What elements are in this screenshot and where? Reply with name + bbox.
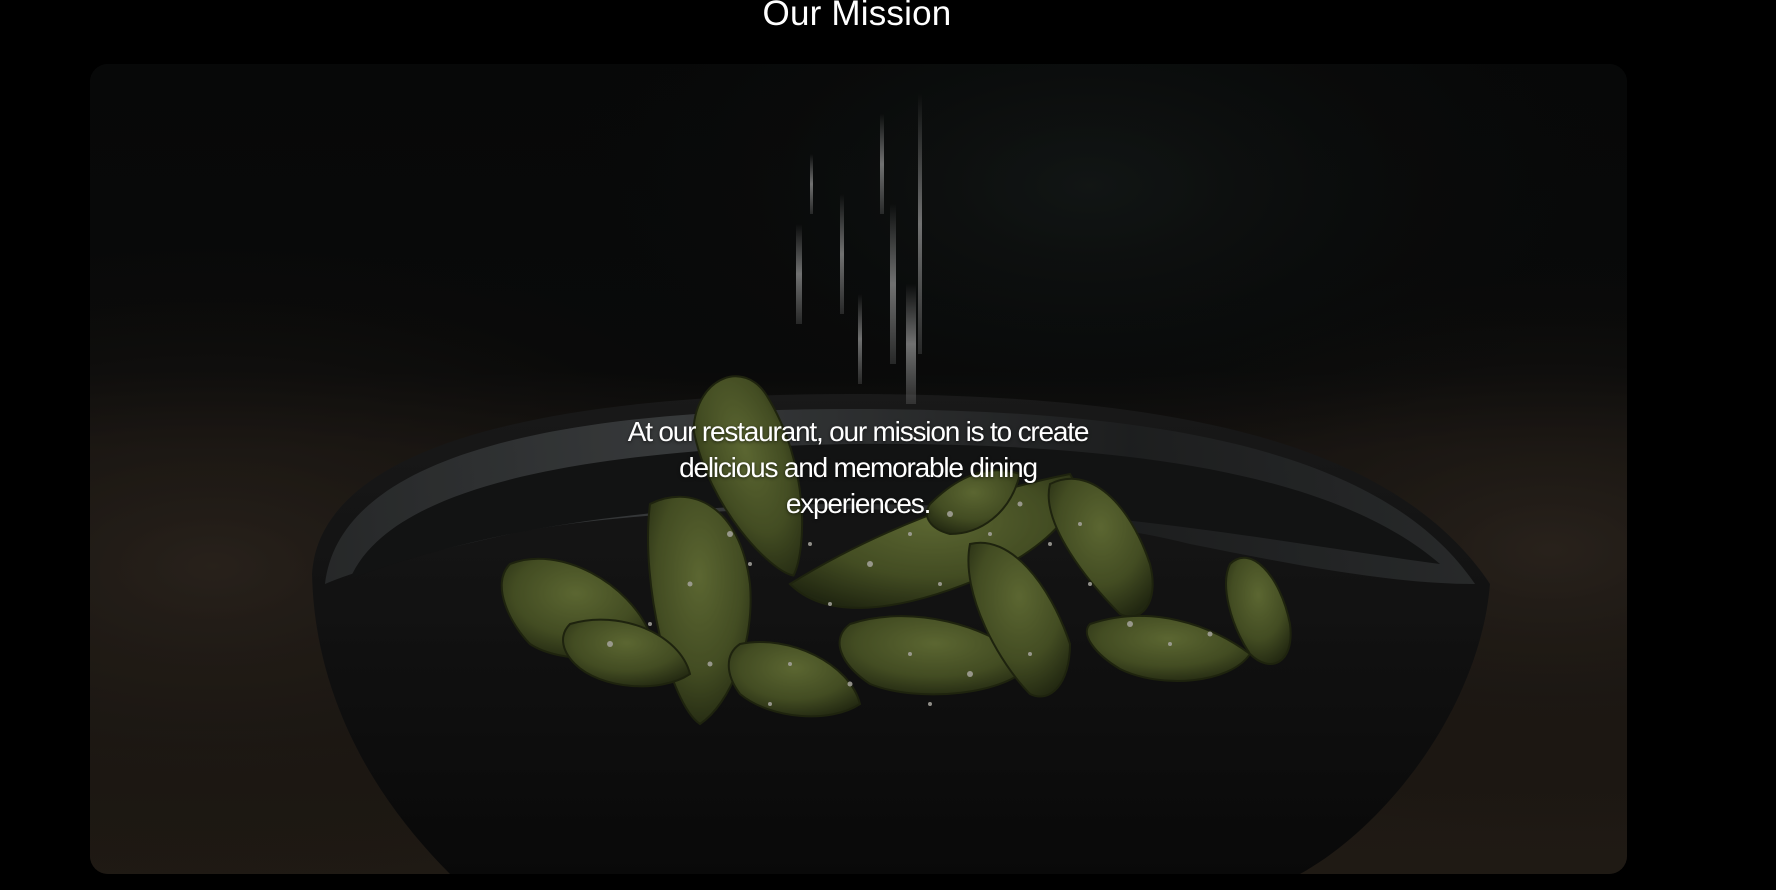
mission-hero-card: At our restaurant, our mission is to cre… <box>90 64 1627 874</box>
mission-statement: At our restaurant, our mission is to cre… <box>627 416 1090 519</box>
section-title: Our Mission <box>762 0 952 33</box>
